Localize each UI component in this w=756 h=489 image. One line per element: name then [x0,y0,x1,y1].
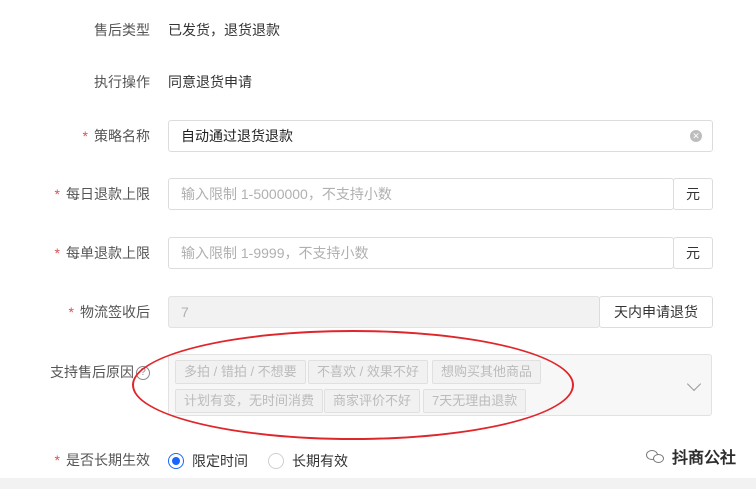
reasons-label-text: 支持售后原因 [50,364,134,380]
reasons-select[interactable]: 多拍 / 错拍 / 不想要 不喜欢 / 效果不好 想购买其他商品 计划有变，无时… [168,354,712,416]
radio-limited-time[interactable]: 限定时间 [168,451,248,471]
daily-limit-input[interactable]: 输入限制 1-5000000，不支持小数 [168,178,674,210]
order-limit-label: * 每单退款上限 [55,243,150,263]
order-limit-placeholder: 输入限制 1-9999，不支持小数 [181,245,369,261]
radio-long-term-label: 长期有效 [292,453,348,469]
reason-tag: 多拍 / 错拍 / 不想要 [175,360,306,384]
daily-limit-label-text: 每日退款上限 [66,186,150,202]
order-limit-unit: 元 [673,237,713,269]
reason-tag: 7天无理由退款 [423,389,527,413]
row-logistics: * 物流签收后 7 天内申请退货 [0,296,756,328]
logistics-days-value: 7 [181,304,189,320]
radio-long-term[interactable]: 长期有效 [268,451,348,471]
daily-limit-label: * 每日退款上限 [55,184,150,204]
after-sales-type-label: 售后类型 [94,22,150,38]
required-mark: * [54,186,60,202]
row-strategy-name: * 策略名称 自动通过退货退款 ✕ [0,120,756,152]
chevron-down-icon[interactable] [686,376,702,392]
action-label: 执行操作 [94,74,150,90]
required-mark: * [82,128,88,144]
reason-tag: 商家评价不好 [324,389,421,413]
watermark: 抖商公社 [645,444,736,468]
wechat-icon [645,448,666,464]
long-term-label: * 是否长期生效 [55,450,150,470]
row-long-term: * 是否长期生效 限定时间 长期有效 [0,450,756,470]
order-limit-input[interactable]: 输入限制 1-9999，不支持小数 [168,237,674,269]
reason-tag: 计划有变，无时间消费 [175,389,324,413]
strategy-name-label: * 策略名称 [83,126,150,146]
reason-tag: 想购买其他商品 [432,360,542,384]
row-daily-limit: * 每日退款上限 输入限制 1-5000000，不支持小数 元 [0,178,756,210]
daily-limit-unit: 元 [673,178,713,210]
clear-icon[interactable]: ✕ [690,130,702,142]
required-mark: * [54,245,60,261]
logistics-label: * 物流签收后 [69,302,150,322]
radio-dot-selected[interactable] [168,453,184,469]
logistics-suffix: 天内申请退货 [599,296,713,328]
row-order-limit: * 每单退款上限 输入限制 1-9999，不支持小数 元 [0,237,756,269]
row-after-sales-type: 售后类型 已发货，退货退款 [0,20,756,40]
radio-dot[interactable] [268,453,284,469]
reasons-label: 支持售后原因? [50,362,150,382]
required-mark: * [54,452,60,468]
strategy-name-input[interactable]: 自动通过退货退款 ✕ [168,120,713,152]
logistics-suffix-text: 天内申请退货 [614,304,698,320]
required-mark: * [68,304,74,320]
bottom-divider [0,478,756,489]
strategy-name-value: 自动通过退货退款 [181,128,293,144]
watermark-text: 抖商公社 [671,450,736,467]
daily-limit-unit-text: 元 [686,186,700,202]
order-limit-label-text: 每单退款上限 [66,245,150,261]
after-sales-type-value: 已发货，退货退款 [168,22,280,38]
reason-tag: 不喜欢 / 效果不好 [308,360,428,384]
strategy-name-label-text: 策略名称 [94,128,150,144]
logistics-days-input: 7 [168,296,600,328]
long-term-label-text: 是否长期生效 [66,452,150,468]
daily-limit-placeholder: 输入限制 1-5000000，不支持小数 [181,186,392,202]
order-limit-unit-text: 元 [686,245,700,261]
help-icon[interactable]: ? [136,366,150,381]
action-value: 同意退货申请 [168,74,252,90]
row-action: 执行操作 同意退货申请 [0,72,756,92]
radio-limited-time-label: 限定时间 [192,453,248,469]
logistics-label-text: 物流签收后 [80,304,150,320]
